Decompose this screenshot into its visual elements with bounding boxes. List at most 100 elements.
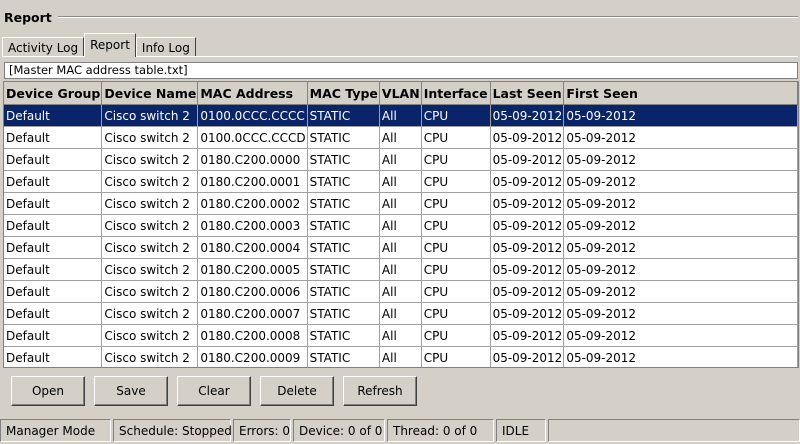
cell-device-group: Default <box>4 346 103 367</box>
table-row[interactable]: Default Cisco switch 2 0100.0CCC.CCCC STATI… <box>4 104 798 127</box>
cell-device-name: Cisco switch 2 <box>101 214 199 237</box>
status-extra <box>548 419 800 442</box>
status-schedule: Schedule: Stopped <box>113 419 232 442</box>
cell-mac-type: STATIC <box>307 170 380 193</box>
cell-last-seen: 05-09-2012 <box>490 148 565 171</box>
open-button[interactable]: Open <box>11 376 85 406</box>
table-row[interactable]: Default Cisco switch 2 0180.C200.0008 STATI… <box>4 324 798 347</box>
table-row[interactable]: Default Cisco switch 2 0180.C200.0003 STATI… <box>4 214 798 237</box>
column-header-vlan[interactable]: VLAN <box>379 82 422 105</box>
cell-mac-address: 0180.C200.0001 <box>197 170 308 193</box>
column-header-last-seen[interactable]: Last Seen <box>490 82 565 105</box>
cell-vlan: All <box>379 104 422 127</box>
cell-interface: CPU <box>421 280 491 303</box>
column-header-device-group[interactable]: Device Group <box>4 82 103 105</box>
table-row[interactable]: Default Cisco switch 2 0180.C200.0006 STATI… <box>4 280 798 303</box>
cell-device-group: Default <box>4 126 103 149</box>
cell-first-seen: 05-09-2012 <box>563 214 798 237</box>
cell-first-seen: 05-09-2012 <box>563 192 798 215</box>
table-row[interactable]: Default Cisco switch 2 0180.C200.0004 STATI… <box>4 236 798 259</box>
clear-button[interactable]: Clear <box>177 376 251 406</box>
cell-last-seen: 05-09-2012 <box>490 324 565 347</box>
cell-first-seen: 05-09-2012 <box>563 302 798 325</box>
status-mode: Manager Mode <box>0 419 111 442</box>
section-divider <box>57 16 798 18</box>
cell-device-name: Cisco switch 2 <box>101 302 199 325</box>
cell-mac-type: STATIC <box>307 104 380 127</box>
column-header-device-name[interactable]: Device Name <box>101 82 199 105</box>
file-name-label: [Master MAC address table.txt] <box>4 62 798 79</box>
cell-mac-address: 0180.C200.0006 <box>197 280 308 303</box>
cell-device-group: Default <box>4 302 103 325</box>
cell-device-group: Default <box>4 192 103 215</box>
tab-info-log[interactable]: Info Log <box>135 37 196 57</box>
cell-mac-type: STATIC <box>307 126 380 149</box>
cell-mac-type: STATIC <box>307 236 380 259</box>
cell-mac-type: STATIC <box>307 148 380 171</box>
status-thread: Thread: 0 of 0 <box>387 419 494 442</box>
cell-device-group: Default <box>4 148 103 171</box>
cell-first-seen: 05-09-2012 <box>563 126 798 149</box>
cell-device-name: Cisco switch 2 <box>101 236 199 259</box>
cell-device-name: Cisco switch 2 <box>101 192 199 215</box>
column-header-mac-address[interactable]: MAC Address <box>197 82 308 105</box>
column-header-first-seen[interactable]: First Seen <box>563 82 798 105</box>
status-device: Device: 0 of 0 <box>293 419 385 442</box>
cell-mac-address: 0100.0CCC.CCCD <box>197 126 308 149</box>
table-row[interactable]: Default Cisco switch 2 0180.C200.0002 STATI… <box>4 192 798 215</box>
save-button[interactable]: Save <box>94 376 168 406</box>
table-row[interactable]: Default Cisco switch 2 0180.C200.0005 STATI… <box>4 258 798 281</box>
report-section-header: Report <box>4 9 800 25</box>
cell-last-seen: 05-09-2012 <box>490 258 565 281</box>
cell-vlan: All <box>379 126 422 149</box>
cell-last-seen: 05-09-2012 <box>490 126 565 149</box>
cell-last-seen: 05-09-2012 <box>490 346 565 367</box>
cell-interface: CPU <box>421 170 491 193</box>
cell-last-seen: 05-09-2012 <box>490 280 565 303</box>
cell-device-name: Cisco switch 2 <box>101 324 199 347</box>
cell-last-seen: 05-09-2012 <box>490 170 565 193</box>
cell-interface: CPU <box>421 346 491 367</box>
column-header-mac-type[interactable]: MAC Type <box>307 82 380 105</box>
cell-device-group: Default <box>4 214 103 237</box>
cell-device-name: Cisco switch 2 <box>101 170 199 193</box>
cell-mac-type: STATIC <box>307 280 380 303</box>
table-row[interactable]: Default Cisco switch 2 0180.C200.0001 STATI… <box>4 170 798 193</box>
cell-mac-address: 0180.C200.0009 <box>197 346 308 367</box>
mac-address-table[interactable]: Device Group Device Name MAC Address MAC… <box>3 81 799 368</box>
delete-button[interactable]: Delete <box>260 376 334 406</box>
status-state: IDLE <box>496 419 546 442</box>
cell-vlan: All <box>379 214 422 237</box>
cell-interface: CPU <box>421 214 491 237</box>
table-header-row: Device Group Device Name MAC Address MAC… <box>4 82 798 105</box>
cell-device-name: Cisco switch 2 <box>101 104 199 127</box>
tab-activity-log[interactable]: Activity Log <box>2 37 85 57</box>
cell-first-seen: 05-09-2012 <box>563 236 798 259</box>
cell-last-seen: 05-09-2012 <box>490 214 565 237</box>
table-row[interactable]: Default Cisco switch 2 0180.C200.0000 STATI… <box>4 148 798 171</box>
cell-last-seen: 05-09-2012 <box>490 236 565 259</box>
column-header-interface[interactable]: Interface <box>421 82 491 105</box>
cell-device-group: Default <box>4 170 103 193</box>
cell-mac-address: 0180.C200.0007 <box>197 302 308 325</box>
cell-interface: CPU <box>421 258 491 281</box>
table-row[interactable]: Default Cisco switch 2 0180.C200.0009 STATI… <box>4 346 798 367</box>
cell-interface: CPU <box>421 192 491 215</box>
cell-mac-type: STATIC <box>307 302 380 325</box>
cell-first-seen: 05-09-2012 <box>563 170 798 193</box>
cell-vlan: All <box>379 236 422 259</box>
refresh-button[interactable]: Refresh <box>343 376 417 406</box>
cell-mac-type: STATIC <box>307 258 380 281</box>
table-row[interactable]: Default Cisco switch 2 0100.0CCC.CCCD STATI… <box>4 126 798 149</box>
cell-mac-address: 0180.C200.0008 <box>197 324 308 347</box>
cell-first-seen: 05-09-2012 <box>563 104 798 127</box>
cell-mac-type: STATIC <box>307 324 380 347</box>
table-row[interactable]: Default Cisco switch 2 0180.C200.0007 STATI… <box>4 302 798 325</box>
cell-mac-address: 0180.C200.0002 <box>197 192 308 215</box>
cell-vlan: All <box>379 346 422 367</box>
cell-vlan: All <box>379 170 422 193</box>
tab-report[interactable]: Report <box>84 33 136 57</box>
cell-interface: CPU <box>421 148 491 171</box>
cell-device-name: Cisco switch 2 <box>101 148 199 171</box>
cell-last-seen: 05-09-2012 <box>490 192 565 215</box>
